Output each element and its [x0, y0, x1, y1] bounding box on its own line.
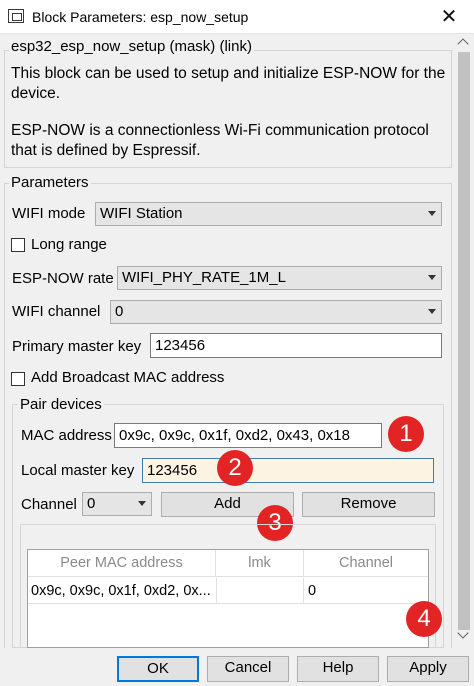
mask-description-line-1: This block can be used to setup and init… — [11, 65, 446, 82]
primary-master-key-label: Primary master key — [12, 338, 142, 355]
espnow-rate-value: WIFI_PHY_RATE_1M_L — [122, 269, 286, 286]
mac-address-input[interactable]: 0x9c, 0x9c, 0x1f, 0xd2, 0x43, 0x18 — [114, 423, 382, 448]
wifi-channel-label: WIFI channel — [12, 303, 101, 320]
chevron-down-icon — [428, 309, 436, 314]
chevron-down-icon — [138, 501, 146, 506]
pair-devices-group-label: Pair devices — [18, 396, 104, 413]
wifi-channel-select[interactable]: 0 — [110, 300, 442, 324]
app-icon — [8, 9, 24, 23]
mask-description-line-2: device. — [11, 85, 61, 102]
mask-description-line-3: ESP-NOW is a connectionless Wi-Fi commun… — [11, 122, 429, 139]
column-header-channel[interactable]: Channel — [304, 550, 428, 577]
local-master-key-input[interactable]: 123456 — [142, 458, 434, 483]
mask-group-label: esp32_esp_now_setup (mask) (link) — [9, 38, 254, 55]
vertical-scrollbar-thumb[interactable] — [458, 52, 470, 630]
chevron-down-icon — [428, 211, 436, 216]
add-broadcast-checkbox[interactable] — [11, 372, 25, 386]
espnow-rate-select[interactable]: WIFI_PHY_RATE_1M_L — [117, 266, 442, 290]
cell-channel: 0 — [308, 583, 317, 599]
step-badge-1: 1 — [388, 416, 424, 452]
local-master-key-label: Local master key — [21, 462, 135, 479]
long-range-checkbox[interactable] — [11, 238, 25, 252]
mac-address-label: MAC address — [21, 427, 112, 444]
chevron-down-icon — [428, 275, 436, 280]
scroll-up-arrow-icon[interactable] — [456, 36, 472, 50]
channel-value: 0 — [87, 495, 96, 512]
help-button[interactable]: Help — [297, 656, 379, 682]
column-header-peer-mac[interactable]: Peer MAC address — [28, 550, 216, 577]
cancel-button[interactable]: Cancel — [207, 656, 289, 682]
ok-button[interactable]: OK — [117, 656, 199, 682]
wifi-mode-select[interactable]: WIFI Station — [95, 202, 442, 226]
remove-button[interactable]: Remove — [302, 492, 435, 517]
scroll-down-arrow-icon[interactable] — [456, 628, 472, 642]
parameters-group-label: Parameters — [9, 174, 91, 191]
primary-master-key-input[interactable]: 123456 — [150, 333, 442, 358]
apply-button[interactable]: Apply — [387, 656, 469, 682]
column-header-lmk[interactable]: lmk — [216, 550, 304, 577]
long-range-label: Long range — [31, 236, 107, 253]
mask-description-line-4: that is defined by Espressif. — [11, 142, 201, 159]
close-button[interactable]: ✕ — [424, 0, 474, 34]
channel-select[interactable]: 0 — [82, 492, 152, 516]
step-badge-2: 2 — [217, 450, 253, 486]
wifi-mode-value: WIFI Station — [100, 205, 183, 222]
step-badge-4: 4 — [406, 601, 442, 637]
add-broadcast-label: Add Broadcast MAC address — [31, 369, 225, 386]
window-title: Block Parameters: esp_now_setup — [32, 9, 249, 25]
espnow-rate-label: ESP-NOW rate — [12, 270, 114, 287]
wifi-channel-value: 0 — [115, 303, 124, 320]
cell-peer-mac: 0x9c, 0x9c, 0x1f, 0xd2, 0x... — [31, 583, 211, 599]
wifi-mode-label: WIFI mode — [12, 205, 86, 222]
cell-lmk — [216, 578, 304, 604]
channel-label: Channel — [21, 496, 77, 513]
